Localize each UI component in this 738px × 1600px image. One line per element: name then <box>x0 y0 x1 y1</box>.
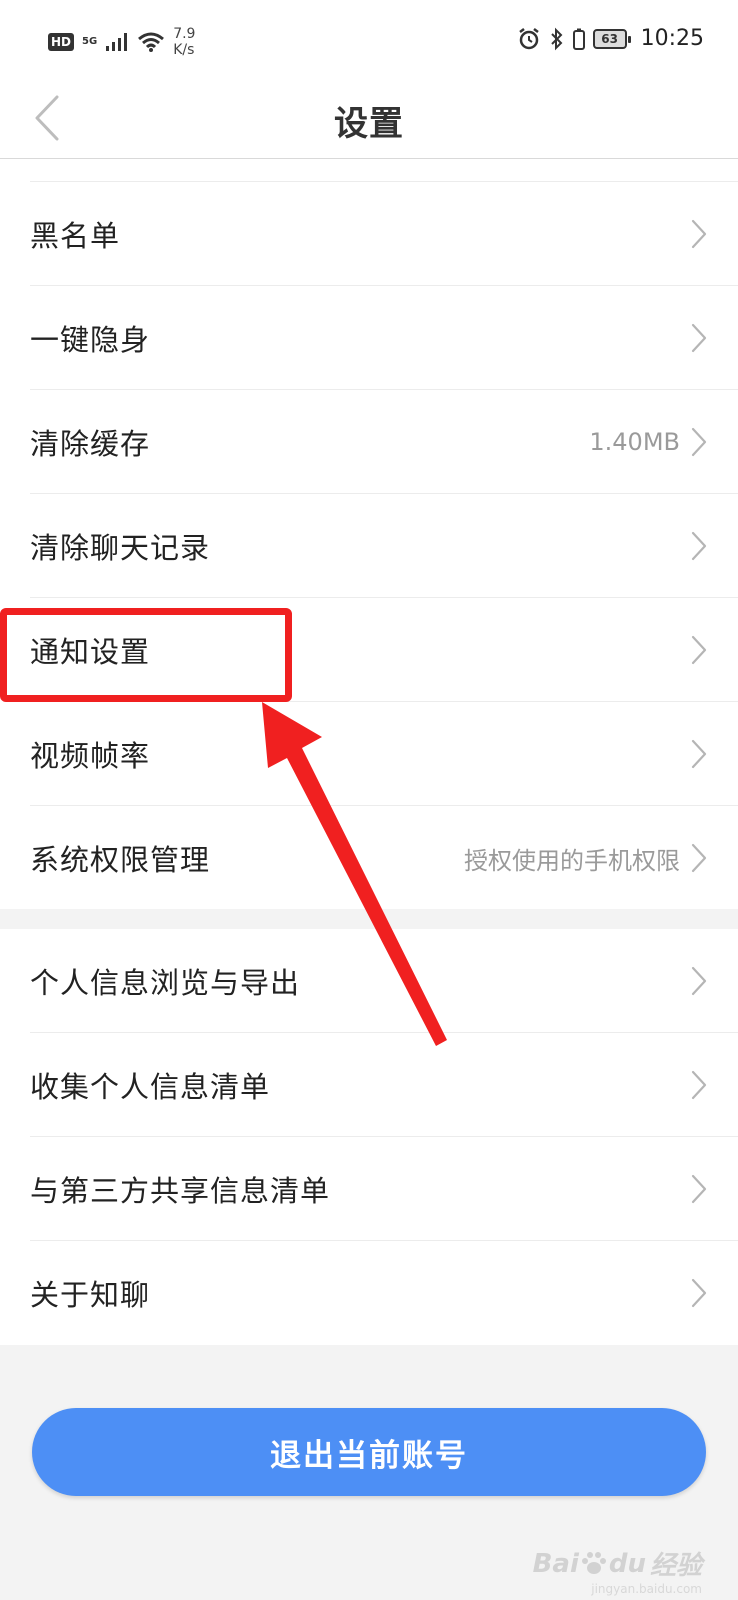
settings-item-permissions[interactable]: 系统权限管理 授权使用的手机权限 <box>30 806 738 910</box>
network-speed: 7.9 K/s <box>173 26 195 58</box>
battery-level: 63 <box>601 31 618 46</box>
battery-icon: 63 <box>592 28 631 49</box>
status-left: HD 5G 7.9 K/s <box>48 26 195 58</box>
chevron-right-icon <box>691 1174 707 1203</box>
bluetooth-icon <box>550 27 563 50</box>
settings-item-collected-info-list[interactable]: 收集个人信息清单 <box>30 1033 738 1137</box>
chevron-right-icon <box>691 635 707 664</box>
settings-item-label: 一键隐身 <box>30 322 151 357</box>
watermark: Bai du 经验 jingyan.baidu.com <box>533 1545 702 1597</box>
settings-item-label: 与第三方共享信息清单 <box>30 1173 331 1208</box>
settings-group-2: 个人信息浏览与导出 收集个人信息清单 与第三方共享信息清单 关于知聊 <box>0 929 738 1345</box>
phone-battery-icon <box>572 28 585 50</box>
chevron-right-icon <box>691 427 707 456</box>
alarm-icon <box>518 27 539 49</box>
settings-item-label: 视频帧率 <box>30 738 151 773</box>
page-title: 设置 <box>334 104 404 144</box>
settings-item-label: 清除缓存 <box>30 426 151 461</box>
list-top-edge <box>30 159 738 182</box>
paw-icon <box>581 1551 606 1574</box>
chevron-right-icon <box>691 739 707 768</box>
settings-item-blacklist[interactable]: 黑名单 <box>30 182 738 286</box>
settings-item-label: 个人信息浏览与导出 <box>30 965 301 1000</box>
status-right: 63 10:25 <box>517 26 704 51</box>
settings-item-label: 黑名单 <box>30 218 121 253</box>
permissions-hint: 授权使用的手机权限 <box>464 846 680 875</box>
watermark-brand: Bai <box>532 1548 579 1579</box>
chevron-right-icon <box>691 323 707 352</box>
settings-item-clear-chat[interactable]: 清除聊天记录 <box>30 494 738 598</box>
watermark-url: jingyan.baidu.com <box>591 1582 702 1596</box>
settings-item-label: 系统权限管理 <box>30 843 211 877</box>
settings-item-label: 清除聊天记录 <box>30 530 211 565</box>
cache-size-value: 1.40MB <box>589 427 680 456</box>
network-type: 5G <box>82 36 98 47</box>
settings-item-clear-cache[interactable]: 清除缓存 1.40MB <box>30 390 738 494</box>
status-bar: HD 5G 7.9 K/s 63 10:25 <box>0 0 738 82</box>
status-time: 10:25 <box>640 26 704 51</box>
chevron-right-icon <box>691 219 707 248</box>
settings-item-video-framerate[interactable]: 视频帧率 <box>30 702 738 806</box>
chevron-right-icon <box>691 1278 707 1308</box>
speed-value: 7.9 <box>173 26 196 42</box>
settings-item-third-party-sharing[interactable]: 与第三方共享信息清单 <box>30 1137 738 1241</box>
speed-unit: K/s <box>173 42 195 58</box>
hd-icon: HD <box>48 33 75 51</box>
chevron-right-icon <box>691 966 707 995</box>
wifi-icon <box>138 32 165 52</box>
settings-item-stealth[interactable]: 一键隐身 <box>30 286 738 390</box>
settings-group-1: 黑名单 一键隐身 清除缓存 1.40MB 清除聊天记录 通知设置 视频帧率 系统… <box>0 159 738 909</box>
chevron-right-icon <box>691 1070 707 1099</box>
chevron-right-icon <box>691 843 707 873</box>
watermark-brand-suffix: du <box>608 1548 646 1579</box>
watermark-logo: Bai du 经验 <box>533 1545 702 1582</box>
settings-item-about[interactable]: 关于知聊 <box>30 1241 738 1345</box>
settings-item-label: 通知设置 <box>30 634 151 669</box>
chevron-right-icon <box>691 531 707 560</box>
settings-item-label: 关于知聊 <box>30 1278 151 1312</box>
settings-item-personal-info-export[interactable]: 个人信息浏览与导出 <box>30 929 738 1033</box>
watermark-text: 经验 <box>649 1551 702 1581</box>
settings-item-label: 收集个人信息清单 <box>30 1069 271 1104</box>
header: 设置 <box>0 82 738 159</box>
signal-icon <box>106 33 128 51</box>
settings-item-notifications[interactable]: 通知设置 <box>30 598 738 702</box>
logout-button[interactable]: 退出当前账号 <box>32 1408 706 1496</box>
